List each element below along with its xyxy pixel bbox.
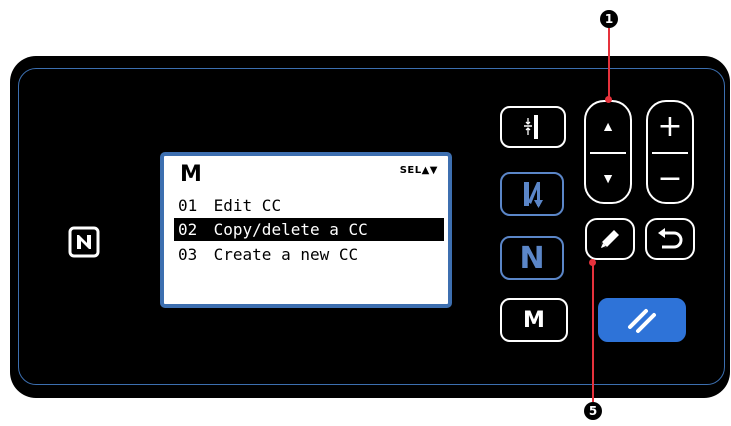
menu-item-selected[interactable]: 02 Copy/delete a CC xyxy=(174,218,444,241)
callout-marker: 1 xyxy=(600,10,618,28)
callout-leader-line xyxy=(592,262,594,402)
reset-button[interactable] xyxy=(598,298,686,342)
menu-item-label: Copy/delete a CC xyxy=(213,220,368,239)
needle-up-down-icon xyxy=(524,182,543,208)
n-icon: N xyxy=(519,240,545,276)
reset-slash-icon xyxy=(628,309,656,333)
menu-item-number: 02 xyxy=(178,220,198,239)
n-button[interactable]: N xyxy=(500,236,564,280)
menu-item-number: 03 xyxy=(178,245,198,264)
minus-icon: − xyxy=(657,160,683,196)
down-arrow-icon: ▼ xyxy=(601,170,615,186)
callout-leader-line xyxy=(608,28,610,98)
callout-marker: 5 xyxy=(584,402,602,420)
divider xyxy=(590,152,626,154)
callout-number: 5 xyxy=(588,404,598,418)
nfc-icon: ™ xyxy=(68,226,100,258)
return-icon xyxy=(658,228,683,249)
down-button[interactable]: ▼ xyxy=(584,156,632,200)
svg-text:™: ™ xyxy=(94,228,98,233)
menu-item[interactable]: 03 Create a new CC xyxy=(174,243,444,266)
lcd-screen: M SEL▲▼ 01 Edit CC 02 Copy/delete a CC 0… xyxy=(160,152,452,308)
select-indicator: SEL▲▼ xyxy=(399,165,438,176)
thread-trimmer-button[interactable] xyxy=(500,106,566,148)
menu-item-label: Create a new CC xyxy=(213,245,359,264)
edit-pen-icon xyxy=(601,230,619,248)
menu-item[interactable]: 01 Edit CC xyxy=(174,194,444,217)
up-button[interactable]: ▲ xyxy=(584,104,632,148)
callout-anchor-dot xyxy=(605,96,612,103)
m-button[interactable]: M xyxy=(500,298,568,342)
m-button-label: M xyxy=(523,307,545,333)
minus-button[interactable]: − xyxy=(646,156,694,200)
plus-button[interactable]: + xyxy=(646,104,694,148)
edit-button[interactable] xyxy=(585,218,635,260)
thread-trimmer-icon xyxy=(524,115,538,139)
menu-item-label: Edit CC xyxy=(213,196,282,215)
menu-item-number: 01 xyxy=(178,196,198,215)
divider xyxy=(652,152,688,154)
callout-number: 1 xyxy=(604,12,614,26)
needle-up-down-button[interactable] xyxy=(500,172,564,216)
menu-title: M xyxy=(180,162,202,187)
plus-icon: + xyxy=(657,108,683,144)
return-button[interactable] xyxy=(645,218,695,260)
up-arrow-icon: ▲ xyxy=(601,118,615,134)
